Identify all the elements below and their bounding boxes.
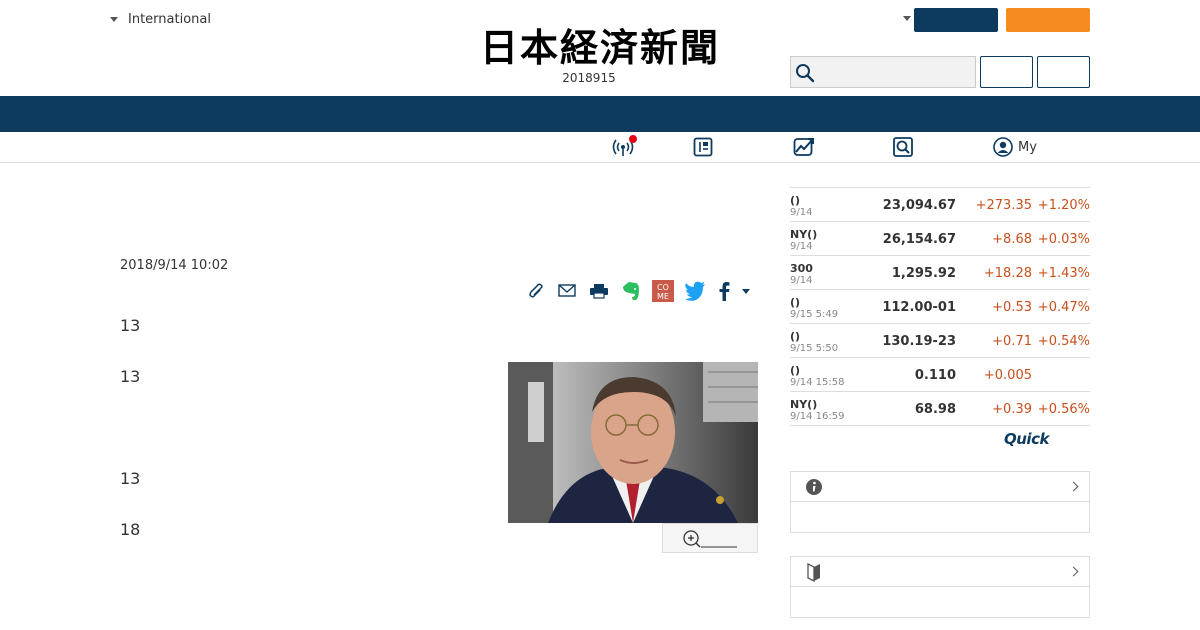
chevron-right-icon	[1068, 566, 1079, 577]
site-logo[interactable]: 日本経済新聞	[450, 26, 750, 70]
market-change: +0.005	[983, 368, 1032, 383]
photo-zoom-button[interactable]	[662, 523, 758, 553]
market-name: ()	[790, 296, 801, 309]
market-chart-icon[interactable]	[793, 137, 815, 157]
chevron-right-icon	[1068, 481, 1079, 492]
main-nav-bar[interactable]	[0, 96, 1200, 132]
account-caret-down-icon[interactable]	[903, 16, 911, 21]
market-change: +18.28	[983, 266, 1032, 281]
header-orange-button[interactable]	[1006, 8, 1090, 32]
market-row[interactable]: NY() 9/14 16:59 68.98 +0.39 +0.56%	[790, 392, 1090, 426]
market-row[interactable]: () 9/15 5:49 112.00-01 +0.53 +0.47%	[790, 290, 1090, 324]
market-value: 0.110	[914, 368, 956, 383]
market-name: NY()	[790, 228, 818, 241]
market-row[interactable]: () 9/14 23,094.67 +273.35 +1.20%	[790, 188, 1090, 222]
market-date: 9/14	[790, 207, 813, 218]
market-value: 1,295.92	[891, 266, 956, 281]
clip-icon[interactable]	[528, 283, 546, 299]
market-row[interactable]: NY() 9/14 26,154.67 +8.68 +0.03%	[790, 222, 1090, 256]
info-box-body	[791, 502, 1089, 532]
article-date: 2018/9/14 10:02	[120, 258, 229, 273]
market-percent: +1.20%	[1037, 198, 1090, 213]
header-date: 2018915	[562, 71, 616, 85]
come-icon[interactable]: CO ME	[652, 280, 674, 302]
market-percent: +0.47%	[1037, 300, 1090, 315]
zoom-in-icon	[683, 530, 701, 548]
facebook-icon[interactable]	[716, 281, 732, 301]
article-paragraph-3: 13	[120, 469, 141, 488]
search-news-icon[interactable]	[893, 137, 913, 157]
header-outline-button-1[interactable]	[980, 56, 1033, 88]
edition-label: International	[128, 12, 211, 27]
market-row[interactable]: 300 9/14 1,295.92 +18.28 +1.43%	[790, 256, 1090, 290]
market-table: () 9/14 23,094.67 +273.35 +1.20% NY() 9/…	[790, 187, 1090, 426]
beginner-box-header[interactable]	[791, 557, 1089, 587]
market-date: 9/15 5:50	[790, 343, 839, 354]
market-date: 9/14 16:59	[790, 411, 845, 422]
market-change: +0.39	[992, 402, 1032, 417]
search-icon	[796, 64, 815, 83]
market-change: +8.68	[992, 232, 1032, 247]
svg-text:CO: CO	[657, 283, 669, 292]
article-paragraph-4: 18	[120, 520, 141, 539]
search-input[interactable]	[790, 56, 976, 88]
market-row[interactable]: () 9/15 5:50 130.19-23 +0.71 +0.54%	[790, 324, 1090, 358]
mail-icon[interactable]	[556, 283, 578, 299]
beginner-box	[790, 556, 1090, 618]
market-percent: +1.43%	[1037, 266, 1090, 281]
market-value: 23,094.67	[882, 198, 956, 213]
market-percent: +0.54%	[1037, 334, 1090, 349]
paper-edition-icon[interactable]	[693, 137, 713, 157]
market-value: 130.19-23	[882, 334, 956, 349]
market-change: +0.53	[992, 300, 1032, 315]
evernote-icon[interactable]	[620, 280, 642, 302]
article-photo[interactable]	[508, 362, 758, 523]
header-navy-button[interactable]	[914, 8, 998, 32]
market-date: 9/14 15:58	[790, 377, 845, 388]
info-box-header[interactable]	[791, 472, 1089, 502]
market-percent: +0.56%	[1037, 402, 1090, 417]
info-icon	[806, 479, 822, 495]
market-name: ()	[790, 194, 801, 207]
market-value: 112.00-01	[882, 300, 956, 315]
market-change: +0.71	[992, 334, 1032, 349]
market-percent: +0.03%	[1037, 232, 1090, 247]
beginner-box-body	[791, 587, 1089, 617]
article-paragraph-1: 13	[120, 316, 141, 335]
caret-down-icon	[110, 17, 118, 22]
market-date: 9/15 5:49	[790, 309, 839, 320]
market-value: 26,154.67	[882, 232, 956, 247]
market-date: 9/14	[790, 241, 813, 252]
market-value: 68.98	[914, 402, 956, 417]
edition-selector[interactable]: International	[110, 12, 211, 27]
my-page-link[interactable]: My	[1018, 140, 1037, 155]
share-bar: CO ME	[528, 280, 760, 302]
share-more-caret-down-icon[interactable]	[742, 288, 750, 294]
header-outline-button-2[interactable]	[1037, 56, 1090, 88]
print-icon[interactable]	[588, 283, 610, 299]
svg-text:ME: ME	[657, 292, 669, 301]
info-box	[790, 471, 1090, 533]
market-name: ()	[790, 330, 801, 343]
user-icon[interactable]	[993, 137, 1013, 157]
quick-provider-logo[interactable]: Quick	[1004, 430, 1049, 448]
market-change: +273.35	[975, 198, 1032, 213]
market-row[interactable]: () 9/14 15:58 0.110 +0.005	[790, 358, 1090, 392]
twitter-icon[interactable]	[684, 281, 706, 301]
market-name: 300	[790, 262, 813, 275]
market-name: NY()	[790, 398, 818, 411]
live-indicator-dot	[629, 135, 637, 143]
article-paragraph-2: 13	[120, 367, 141, 386]
market-name: ()	[790, 364, 801, 377]
beginner-mark-icon	[807, 562, 820, 582]
market-date: 9/14	[790, 275, 813, 286]
